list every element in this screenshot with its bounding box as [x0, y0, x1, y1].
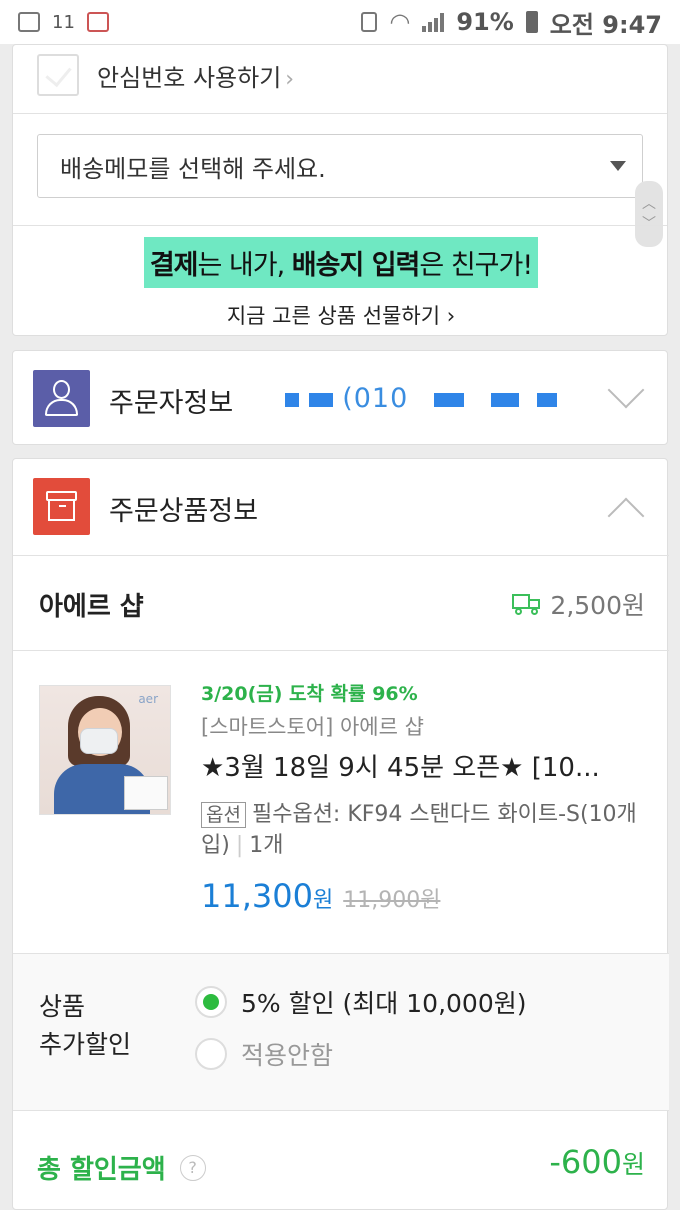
signal-icon: [422, 12, 445, 32]
safe-number-checkbox[interactable]: [37, 54, 79, 96]
total-discount-row: 총 할인금액 ? -600원: [13, 1111, 669, 1210]
shipping-fee: 2,500원: [512, 586, 645, 622]
clock: 오전 9:47: [549, 10, 662, 39]
additional-discount: 상품 추가할인 5% 할인 (최대 10,000원) 적용안함: [13, 953, 669, 1111]
thumbnail-brand-logo: aer: [138, 692, 158, 706]
product-name[interactable]: ★3월 18일 9시 45분 오픈★ [10...: [201, 747, 641, 784]
safe-number-label[interactable]: 안심번호 사용하기 ›: [97, 58, 294, 93]
divider: [13, 113, 667, 114]
chevron-right-icon: ›: [285, 66, 295, 92]
battery-percent: 91%: [456, 8, 514, 36]
orderer-info-section[interactable]: 주문자정보 (010: [12, 350, 668, 445]
divider: [13, 225, 667, 226]
shop-name: 아에르 샵: [39, 592, 144, 622]
product-option: 옵션 필수옵션: KF94 스탠다드 화이트-S(10개입) | 1개: [201, 802, 637, 858]
price-row: 11,300원 11,900원: [201, 877, 440, 915]
truck-icon: [512, 594, 542, 615]
calendar-icon: [86, 12, 109, 32]
original-price: 11,900원: [343, 888, 441, 913]
radio-selected[interactable]: [195, 986, 227, 1018]
shop-row: 아에르 샵 2,500원: [13, 555, 669, 651]
gift-promo-link[interactable]: 지금 고른 상품 선물하기 ›: [13, 300, 669, 330]
product-item: aer 3/20(금) 도착 확률 96% [스마트스토어] 아에르 샵 ★3월…: [13, 651, 669, 953]
status-left: 11: [18, 12, 109, 33]
chevron-up-icon: ︿: [642, 196, 656, 212]
store-name: [스마트스토어] 아에르 샵: [201, 715, 424, 739]
delivery-options-card: 안심번호 사용하기 › 배송메모를 선택해 주세요. ︿ ﹀ 결제는 내가, 배송…: [12, 44, 668, 336]
gift-promo-banner[interactable]: 결제는 내가, 배송지 입력은 친구가!: [143, 237, 539, 288]
status-bar: 11 ◠ 91% 오전 9:47: [0, 0, 680, 44]
orderer-info-title: 주문자정보: [109, 388, 234, 419]
discount-label: 상품 추가할인: [39, 992, 132, 1059]
sale-price: 11,300원: [201, 877, 334, 915]
order-products-title: 주문상품정보: [109, 496, 259, 527]
person-icon: [33, 370, 90, 427]
arrival-estimate: 3/20(금) 도착 확률 96%: [201, 683, 418, 705]
shipping-fee-value: 2,500원: [550, 591, 645, 620]
status-right: ◠ 91% 오전 9:47: [361, 5, 662, 40]
orderer-masked-info: (010: [285, 383, 558, 414]
box-icon: [33, 478, 90, 535]
gallery-icon: [18, 12, 40, 32]
notification-count: 11: [52, 11, 75, 33]
option-badge: 옵션: [201, 802, 246, 828]
collapse-chevron-icon[interactable]: [607, 497, 645, 535]
gift-promo[interactable]: 결제는 내가, 배송지 입력은 친구가! 지금 고른 상품 선물하기 ›: [13, 237, 669, 330]
total-discount-label: 총 할인금액 ?: [37, 1149, 206, 1186]
discount-option-none[interactable]: 적용안함: [195, 1036, 333, 1072]
radio-unselected[interactable]: [195, 1038, 227, 1070]
sim-icon: [361, 12, 378, 32]
discount-option-5pct[interactable]: 5% 할인 (최대 10,000원): [195, 984, 526, 1020]
delivery-memo-select[interactable]: 배송메모를 선택해 주세요.: [37, 134, 643, 198]
battery-icon: [525, 11, 538, 33]
product-thumbnail[interactable]: aer: [39, 685, 171, 815]
help-icon[interactable]: ?: [179, 1154, 206, 1181]
wifi-icon: ◠: [389, 8, 411, 36]
dropdown-caret-icon: [610, 161, 626, 171]
delivery-memo-placeholder: 배송메모를 선택해 주세요.: [60, 154, 326, 183]
chevron-down-icon: ﹀: [642, 216, 656, 232]
order-products-section: 주문상품정보 아에르 샵 2,500원 aer 3/20(금) 도착 확률 96…: [12, 458, 669, 1210]
expand-chevron-icon[interactable]: [607, 371, 645, 409]
quantity: 1개: [249, 833, 284, 858]
total-discount-amount: -600원: [549, 1143, 645, 1181]
safe-number-row[interactable]: 안심번호 사용하기 ›: [37, 51, 294, 99]
